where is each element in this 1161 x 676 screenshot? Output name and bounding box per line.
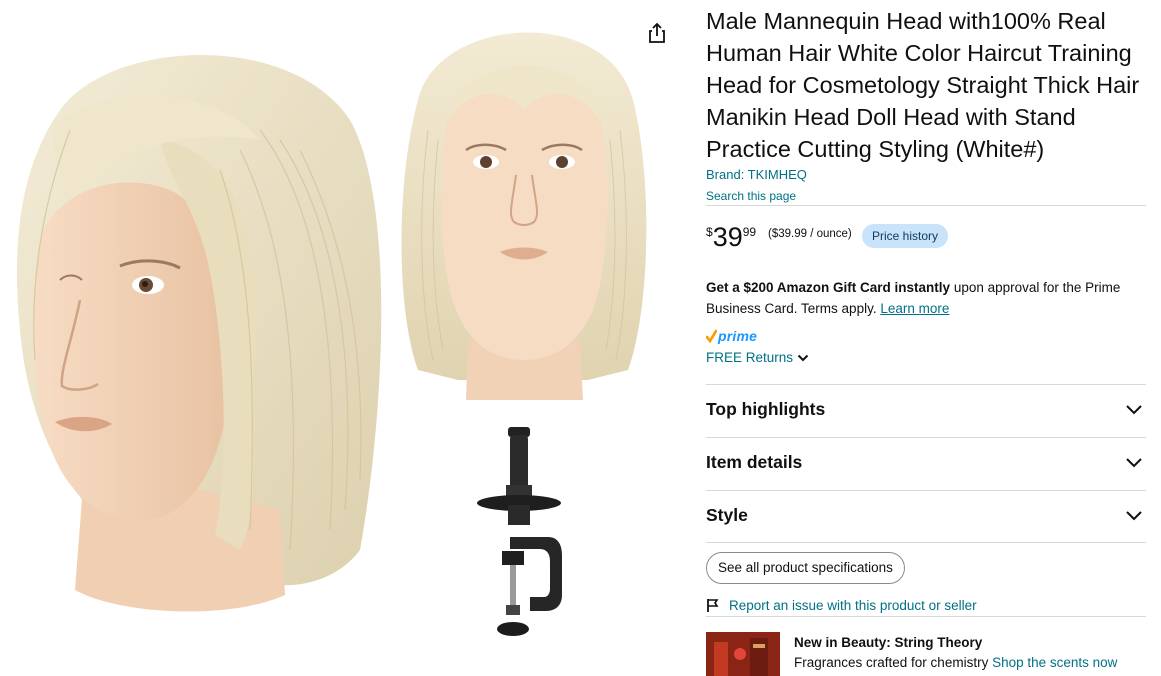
- price-symbol: $: [706, 225, 713, 239]
- promo-bold: Get a $200 Amazon Gift Card instantly: [706, 280, 951, 295]
- product-title: Male Mannequin Head with100% Real Human …: [706, 8, 1140, 162]
- main-product-image[interactable]: [0, 30, 385, 630]
- chevron-down-icon: [1126, 511, 1142, 521]
- accordion-label: Item details: [706, 451, 803, 472]
- free-returns-dropdown[interactable]: FREE Returns: [706, 350, 809, 365]
- free-returns-label: FREE Returns: [706, 350, 794, 365]
- learn-more-link[interactable]: Learn more: [880, 301, 949, 316]
- prime-badge: prime: [706, 328, 757, 344]
- accordion-label: Top highlights: [706, 398, 826, 419]
- ad-title: New in Beauty: String Theory: [794, 635, 983, 650]
- search-this-page-link[interactable]: Search this page: [706, 189, 796, 203]
- gift-card-promo: Get a $200 Amazon Gift Card instantly up…: [706, 278, 1151, 319]
- divider: [706, 616, 1146, 617]
- accordion-item-details[interactable]: Item details: [706, 436, 1146, 488]
- sponsored-banner[interactable]: New in Beauty: String Theory Fragrances …: [706, 632, 1151, 676]
- divider: [706, 205, 1146, 206]
- share-icon[interactable]: [644, 20, 670, 46]
- accordion-label: Style: [706, 504, 748, 525]
- chevron-down-icon: [797, 354, 809, 361]
- prime-label: prime: [718, 328, 758, 344]
- shop-the-scents-link[interactable]: Shop the scents now: [992, 655, 1117, 670]
- unit-price: ($39.99 / ounce): [768, 228, 852, 240]
- divider: [706, 542, 1146, 543]
- flag-icon: [707, 599, 719, 612]
- thumbnail-clamp-stand[interactable]: [470, 425, 570, 645]
- thumbnail-front-head[interactable]: [388, 10, 660, 405]
- ad-subtitle-text: Fragrances crafted for chemistry: [794, 655, 993, 670]
- chevron-down-icon: [1126, 405, 1142, 415]
- report-issue-link[interactable]: Report an issue with this product or sel…: [706, 598, 977, 613]
- brand-link[interactable]: Brand: TKIMHEQ: [706, 167, 807, 182]
- chevron-down-icon: [1126, 458, 1142, 468]
- prime-check-icon: [706, 329, 717, 343]
- price-whole: 39: [712, 222, 743, 252]
- price: $ 39 99: [706, 222, 756, 252]
- report-issue-label: Report an issue with this product or sel…: [729, 598, 977, 613]
- ad-thumbnail-image: [706, 632, 780, 676]
- accordion-style[interactable]: Style: [706, 489, 1146, 541]
- accordion-top-highlights[interactable]: Top highlights: [706, 383, 1146, 435]
- see-all-specifications-button[interactable]: See all product specifications: [706, 552, 905, 584]
- price-history-button[interactable]: Price history: [862, 224, 949, 248]
- ad-subtitle: Fragrances crafted for chemistry Shop th…: [794, 655, 1117, 670]
- price-fraction: 99: [742, 225, 757, 239]
- product-media: [0, 0, 690, 676]
